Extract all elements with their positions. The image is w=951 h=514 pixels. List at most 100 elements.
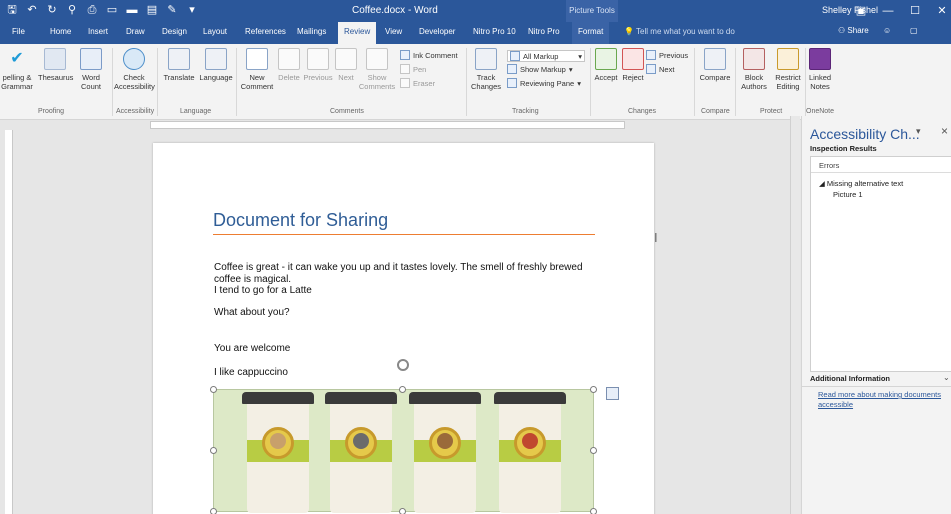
format-painter-icon[interactable]: ⚲ [66, 4, 78, 16]
next-change-button[interactable]: Next [646, 64, 674, 74]
tab-nitro-pro[interactable]: Nitro Pro [528, 27, 560, 36]
chevron-down-icon[interactable]: ⌄ [943, 373, 950, 382]
resize-handle[interactable] [590, 447, 597, 454]
ruler-bar[interactable] [150, 121, 625, 129]
tab-review[interactable]: Review [338, 22, 377, 44]
smiley-icon[interactable]: ☺ [883, 26, 891, 35]
tab-file[interactable]: File [12, 27, 25, 36]
undo-icon[interactable]: ↶ [26, 4, 38, 16]
show-markup-button[interactable]: Show Markup ▾ [507, 64, 573, 74]
new-comment-button[interactable]: New Comment [238, 48, 276, 91]
coffee-cups-picture[interactable] [213, 389, 594, 513]
reviewing-pane-icon [507, 78, 517, 88]
translate-button[interactable]: Translate [160, 48, 198, 82]
resize-handle[interactable] [210, 508, 217, 514]
folder-icon[interactable]: ▬ [126, 4, 138, 16]
minimize-button[interactable]: — [879, 3, 897, 19]
pane-options-icon[interactable]: ▾ [916, 126, 921, 137]
pen-button[interactable]: Pen [400, 64, 426, 74]
resize-handle[interactable] [210, 447, 217, 454]
accept-button[interactable]: Accept [592, 48, 620, 82]
block-authors-button[interactable]: Block Authors [737, 48, 771, 91]
onenote-group-label: OneNote [806, 108, 835, 115]
horizontal-ruler[interactable] [0, 120, 790, 130]
paragraph[interactable]: What about you? [214, 307, 290, 318]
paragraph[interactable]: You are welcome [214, 343, 290, 354]
document-area: Document for Sharing Coffee is great - i… [0, 130, 790, 514]
tab-home[interactable]: Home [50, 27, 71, 36]
markup-dropdown[interactable]: All Markup ▾ [507, 50, 585, 62]
resize-handle[interactable] [590, 508, 597, 514]
language-button[interactable]: Language [197, 48, 235, 82]
compare-button[interactable]: Compare [697, 48, 733, 82]
inspection-results-list[interactable]: Errors ◢ Missing alternative text Pictur… [810, 156, 951, 372]
previous-change-button[interactable]: Previous [646, 50, 688, 60]
tab-insert[interactable]: Insert [88, 27, 108, 36]
vertical-ruler[interactable] [5, 130, 13, 514]
coffee-cup-image [242, 392, 314, 513]
tab-references[interactable]: References [245, 27, 286, 36]
share-button[interactable]: ⚇ Share [838, 26, 869, 35]
issue-category[interactable]: ◢ Missing alternative text [819, 179, 903, 188]
resize-handle[interactable] [399, 508, 406, 514]
rotate-handle[interactable] [397, 359, 409, 371]
delete-comment-button[interactable]: Delete [276, 48, 302, 82]
thesaurus-button[interactable]: Thesaurus [38, 48, 73, 82]
coffee-cup-image [325, 392, 397, 513]
ink-comment-button[interactable]: Ink Comment [400, 50, 458, 60]
print-preview-icon[interactable]: ⎙ [86, 4, 98, 16]
translate-icon [168, 48, 190, 70]
tab-mailings[interactable]: Mailings [297, 27, 326, 36]
resize-handle[interactable] [590, 386, 597, 393]
previous-comment-button[interactable]: Previous [302, 48, 334, 82]
tab-nitro-pro-10[interactable]: Nitro Pro 10 [473, 27, 516, 36]
read-more-link[interactable]: Read more about making documents accessi… [818, 390, 946, 410]
tab-design[interactable]: Design [162, 27, 187, 36]
close-icon[interactable]: × [941, 124, 948, 138]
markup-icon [510, 51, 520, 61]
spelling-icon[interactable]: ✎ [166, 4, 178, 16]
document-page[interactable]: Document for Sharing Coffee is great - i… [153, 143, 654, 514]
tab-view[interactable]: View [385, 27, 402, 36]
reviewing-pane-button[interactable]: Reviewing Pane ▾ [507, 78, 581, 88]
customize-qat-icon[interactable]: ▾ [186, 4, 198, 16]
restore-button[interactable]: ☐ [906, 3, 924, 19]
layout-options-icon[interactable] [606, 387, 619, 400]
tab-layout[interactable]: Layout [203, 27, 227, 36]
resize-handle[interactable] [399, 386, 406, 393]
tab-developer[interactable]: Developer [419, 27, 455, 36]
show-comments-button[interactable]: Show Comments [358, 48, 396, 91]
close-button[interactable]: ✕ [933, 3, 951, 19]
check-accessibility-button[interactable]: Check Accessibility [114, 48, 155, 91]
track-changes-button[interactable]: Track Changes [468, 48, 504, 91]
chevron-down-icon: ▾ [577, 78, 581, 88]
spelling-grammar-button[interactable]: ✔ pelling & Grammar [0, 48, 34, 91]
paragraph[interactable]: I like cappuccino [214, 367, 288, 378]
previous-comment-icon [307, 48, 329, 70]
proofing-group-label: Proofing [38, 108, 65, 115]
linked-notes-button[interactable]: Linked Notes [806, 48, 834, 91]
vertical-scrollbar[interactable] [790, 116, 800, 514]
collapse-triangle-icon[interactable]: ◢ [819, 179, 825, 188]
word-count-button[interactable]: Word Count [74, 48, 108, 91]
paragraph[interactable]: I tend to go for a Latte [214, 285, 312, 296]
restrict-editing-button[interactable]: Restrict Editing [772, 48, 804, 91]
paragraph-line[interactable]: Coffee is great - it can wake you up and… [214, 262, 583, 273]
eraser-button[interactable]: Eraser [400, 78, 435, 88]
ribbon-display-options-icon[interactable]: ▣ [852, 3, 870, 19]
tab-format[interactable]: Format [572, 22, 610, 44]
tell-me-search[interactable]: 💡 Tell me what you want to do [624, 27, 735, 36]
redo-icon[interactable]: ↻ [46, 4, 58, 16]
tab-draw[interactable]: Draw [126, 27, 145, 36]
next-comment-button[interactable]: Next [334, 48, 358, 82]
open-icon[interactable]: ▭ [106, 4, 118, 16]
paragraph-line[interactable]: coffee is magical. [214, 274, 291, 285]
issue-item-picture-1[interactable]: Picture 1 [833, 190, 863, 199]
resize-handle[interactable] [210, 386, 217, 393]
document-heading[interactable]: Document for Sharing [213, 210, 388, 231]
track-icon[interactable]: ▤ [146, 4, 158, 16]
reject-button[interactable]: Reject [621, 48, 645, 82]
show-comments-label: Show Comments [358, 73, 396, 91]
save-icon[interactable]: 🖫 [6, 4, 18, 16]
comments-pane-icon[interactable]: ▢ [910, 26, 918, 35]
